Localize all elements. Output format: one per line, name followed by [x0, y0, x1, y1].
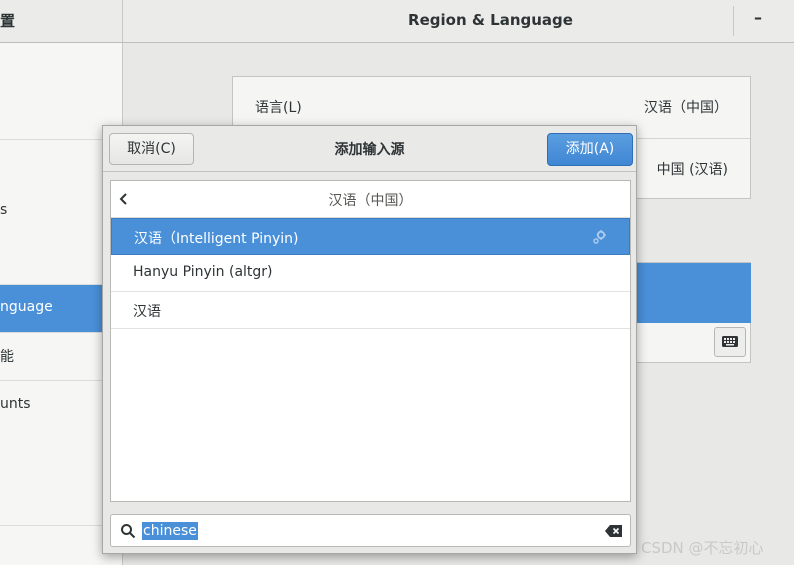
add-button[interactable]: 添加(A) — [547, 133, 633, 166]
list-item[interactable]: Hanyu Pinyin (altgr) — [111, 255, 630, 292]
formats-value: 中国 (汉语) — [656, 162, 728, 178]
dialog-header: 取消(C) 添加输入源 添加(A) — [103, 126, 636, 172]
window-title: Region & Language — [408, 11, 573, 29]
keyboard-icon — [722, 336, 738, 347]
sidebar-item-label: 能 — [0, 349, 14, 365]
list-header[interactable]: 汉语（中国） — [111, 181, 630, 218]
list-item-label: 汉语 — [133, 304, 161, 320]
sidebar-item-label: nguage — [0, 299, 53, 315]
sidebar-item-label: unts — [0, 396, 31, 412]
header-bar: 置 Region & Language – — [0, 0, 794, 43]
language-value: 汉语（中国） — [644, 100, 728, 116]
search-input[interactable]: chinese — [110, 514, 631, 547]
settings-gear-icon[interactable] — [591, 228, 609, 246]
list-header-title: 汉语（中国） — [328, 193, 413, 209]
keyboard-layout-button[interactable] — [714, 327, 746, 357]
search-input-value[interactable]: chinese — [142, 522, 198, 540]
input-source-row-selected[interactable] — [637, 263, 751, 323]
language-label: 语言(L) — [255, 100, 302, 116]
watermark: CSDN @不忘初心 — [641, 539, 764, 557]
list-item[interactable]: 汉语（Intelligent Pinyin) — [111, 218, 630, 255]
header-separator — [733, 6, 734, 36]
search-icon — [121, 524, 136, 539]
sidebar-item-label: s — [0, 202, 8, 218]
list-item-label: Hanyu Pinyin (altgr) — [133, 264, 273, 280]
clear-icon[interactable] — [605, 524, 623, 538]
minimize-button[interactable]: – — [748, 8, 768, 34]
list-item[interactable]: 汉语 — [111, 292, 630, 329]
sidebar-header: 置 — [0, 0, 123, 42]
list-item-label: 汉语（Intelligent Pinyin) — [134, 231, 299, 247]
input-source-list: 汉语（中国） 汉语（Intelligent Pinyin) Hanyu Piny… — [110, 180, 631, 502]
settings-title: 置 — [0, 12, 16, 30]
add-input-source-dialog: 取消(C) 添加输入源 添加(A) 汉语（中国） 汉语（Intelligent … — [102, 125, 637, 554]
